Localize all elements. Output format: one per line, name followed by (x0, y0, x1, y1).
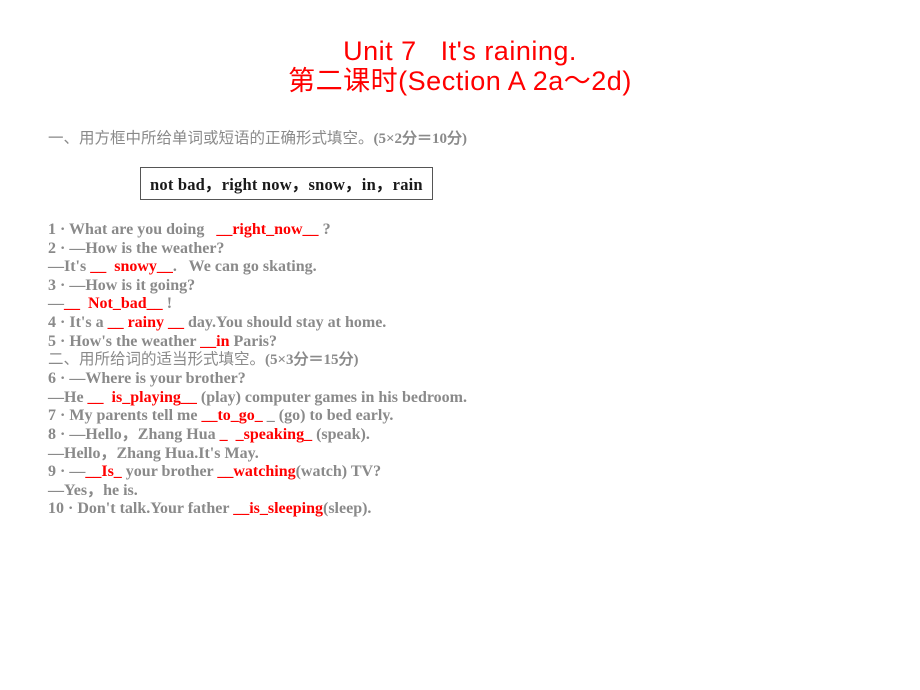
question-8: 8 · —Hello，Zhang Hua _ _speaking_ (speak… (48, 426, 884, 445)
question-10-post: (sleep). (323, 500, 372, 518)
question-5-post: Paris? (229, 332, 278, 350)
question-8-reply-line: —Hello，Zhang Hua.It's May. (48, 445, 884, 464)
question-3b-pre: — (48, 295, 64, 313)
question-9-post: your brother (121, 463, 218, 481)
worksheet-body: 一、用方框中所给单词或短语的正确形式填空。(5×2分＝10分) not bad，… (48, 131, 884, 519)
question-4: 4 · It's a __ rainy __ day.You should st… (48, 314, 884, 333)
worksheet-page: { "title": { "line1": "Unit 7 It's raini… (0, 0, 920, 690)
word-bank-container: not bad，right now，snow，in，rain (48, 167, 884, 200)
question-6-pre: 6 · —Where is your brother? (48, 370, 246, 388)
question-9-answer-1: __Is_ (85, 463, 122, 481)
question-1-answer: __right_now__ (216, 221, 319, 238)
question-8-answer: _ _speaking_ (219, 425, 313, 443)
question-6-answer: __ is_playing__ (87, 388, 197, 406)
section-one-heading-text: 一、用方框中所给单词或短语的正确形式填空。 (48, 130, 374, 147)
question-2: 2 · —How is the weather? (48, 240, 884, 259)
question-9-answer-2: __watching (217, 463, 296, 481)
question-7: 7 · My parents tell me __to_go_ _ (go) t… (48, 407, 884, 426)
section-two-score: (5×3分＝15分) (265, 352, 359, 369)
question-4-answer: __ rainy __ (107, 313, 185, 331)
question-6-answer-line: —He __ is_playing__ (play) computer game… (48, 389, 884, 408)
title-line-unit: Unit 7 It's raining. (343, 36, 577, 66)
question-4-post: day.You should stay at home. (184, 313, 387, 331)
question-8-post: (speak). (312, 425, 370, 443)
question-6b-pre: —He (48, 388, 88, 406)
question-3-answer-line: —__ Not_bad__ ! (48, 295, 884, 314)
question-3-pre: 3 · —How is it going? (48, 276, 196, 294)
section-two-questions: 6 · —Where is your brother? —He __ is_pl… (48, 370, 884, 519)
question-9b-pre: —Yes，he is. (48, 481, 138, 499)
question-9: 9 · —__Is_ your brother __watching(watch… (48, 463, 884, 482)
question-2-pre: 2 · —How is the weather? (48, 239, 225, 257)
question-2-answer: __ snowy__ (90, 258, 173, 276)
question-9-pre: 9 · — (48, 463, 86, 481)
question-2-answer-line: —It's __ snowy__. We can go skating. (48, 258, 884, 277)
question-1: 1 · What are you doing __right_now__ ? (48, 221, 884, 240)
question-6: 6 · —Where is your brother? (48, 370, 884, 389)
question-3b-post: ! (162, 295, 173, 313)
question-9-reply-line: —Yes，he is. (48, 482, 884, 501)
section-one-heading: 一、用方框中所给单词或短语的正确形式填空。(5×2分＝10分) (48, 131, 884, 147)
page-title: Unit 7 It's raining. 第二课时(Section A 2a～2… (0, 36, 920, 96)
section-two-heading: 二、用所给词的适当形式填空。(5×3分＝15分) (48, 352, 884, 368)
question-8-pre: 8 · —Hello，Zhang Hua (48, 425, 220, 443)
question-2b-pre: —It's (48, 258, 91, 276)
question-10-pre: 10 · Don't talk.Your father (48, 500, 234, 518)
question-7-post: _ (go) to bed early. (262, 407, 394, 425)
question-10-answer: __is_sleeping (233, 500, 323, 518)
question-5: 5 · How's the weather __in Paris? (48, 333, 884, 352)
question-3: 3 · —How is it going? (48, 277, 884, 296)
question-1-pre: 1 · What are you doing (48, 221, 217, 238)
question-6b-post: (play) computer games in his bedroom. (196, 388, 467, 406)
section-one-score: (5×2分＝10分) (373, 131, 468, 147)
question-2b-post: . We can go skating. (172, 258, 317, 276)
question-1-post: ? (318, 221, 331, 238)
section-two-heading-text: 二、用所给词的适当形式填空。 (48, 351, 266, 369)
question-7-pre: 7 · My parents tell me (48, 407, 202, 425)
section-one-questions: 1 · What are you doing __right_now__ ? 2… (48, 221, 884, 351)
question-9-post-2: (watch) TV? (295, 463, 382, 481)
question-7-answer: __to_go_ (201, 407, 263, 425)
question-4-pre: 4 · It's a (48, 313, 108, 331)
title-line-lesson: 第二课时(Section A 2a～2d) (288, 66, 632, 97)
question-5-answer: __in (200, 332, 230, 350)
word-bank-box: not bad，right now，snow，in，rain (140, 167, 433, 200)
question-5-pre: 5 · How's the weather (48, 332, 201, 350)
question-8b-pre: —Hello，Zhang Hua.It's May. (48, 444, 259, 462)
question-3-answer: __ Not_bad__ (64, 295, 163, 313)
question-10: 10 · Don't talk.Your father __is_sleepin… (48, 500, 884, 519)
